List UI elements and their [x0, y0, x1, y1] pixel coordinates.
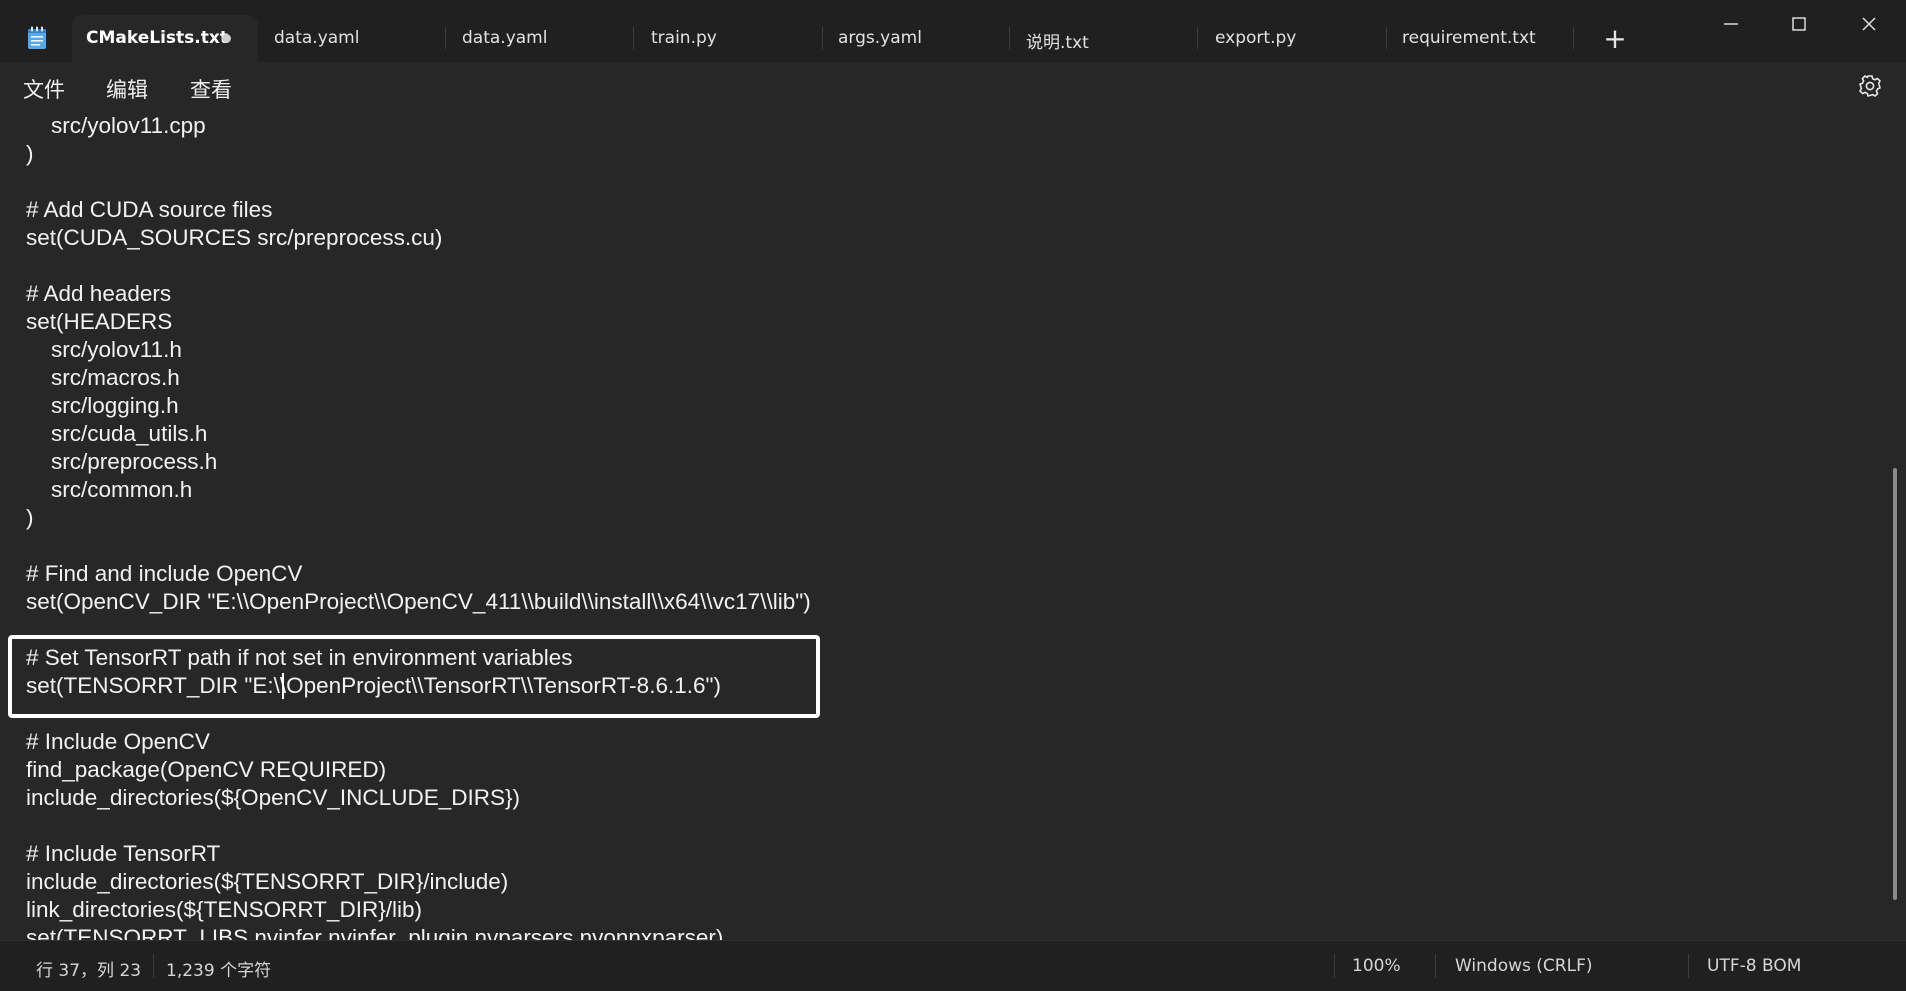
code-line[interactable]: # Find and include OpenCV: [26, 560, 811, 588]
tab-separator: [445, 27, 446, 49]
title-bar: CMakeLists.txt data.yaml data.yaml train…: [0, 0, 1906, 62]
code-line[interactable]: [26, 532, 811, 560]
settings-gear-icon[interactable]: [1857, 73, 1883, 99]
tab-readme-txt[interactable]: 说明.txt: [1012, 15, 1198, 62]
code-line[interactable]: ): [26, 140, 811, 168]
code-line[interactable]: # Add CUDA source files: [26, 196, 811, 224]
tab-cmakelists[interactable]: CMakeLists.txt: [72, 15, 258, 62]
menu-file[interactable]: 文件: [23, 74, 65, 104]
tab-separator: [633, 27, 634, 49]
highlight-annotation-box: [8, 635, 820, 718]
encoding[interactable]: UTF-8 BOM: [1707, 956, 1801, 976]
status-separator: [1688, 954, 1689, 978]
tab-label: train.py: [651, 28, 717, 48]
status-bar: 行 37，列 23 1,239 个字符 100% Windows (CRLF) …: [0, 940, 1906, 991]
status-separator: [1435, 954, 1436, 978]
tab-data-yaml-1[interactable]: data.yaml: [260, 15, 446, 62]
code-line[interactable]: [26, 812, 811, 840]
notepad-window: CMakeLists.txt data.yaml data.yaml train…: [0, 0, 1906, 991]
maximize-button[interactable]: [1764, 0, 1834, 44]
tab-label: data.yaml: [274, 28, 360, 48]
tab-args-yaml[interactable]: args.yaml: [824, 15, 1010, 62]
code-line[interactable]: src/preprocess.h: [26, 448, 811, 476]
close-button[interactable]: [1834, 0, 1904, 44]
text-editor[interactable]: src/yolov11.cpp) # Add CUDA source files s…: [0, 112, 1906, 940]
new-tab-button[interactable]: +: [1595, 22, 1635, 56]
tab-data-yaml-2[interactable]: data.yaml: [448, 15, 634, 62]
tab-label: data.yaml: [462, 28, 548, 48]
tab-label: export.py: [1215, 28, 1297, 48]
code-line[interactable]: find_package(OpenCV REQUIRED): [26, 756, 811, 784]
code-line[interactable]: src/cuda_utils.h: [26, 420, 811, 448]
status-separator: [153, 954, 154, 978]
code-line[interactable]: src/logging.h: [26, 392, 811, 420]
code-line[interactable]: set(OpenCV_DIR "E:\\OpenProject\\OpenCV_…: [26, 588, 811, 616]
line-ending[interactable]: Windows (CRLF): [1455, 956, 1593, 976]
code-content[interactable]: src/yolov11.cpp) # Add CUDA source files s…: [26, 112, 811, 940]
tab-label: 说明.txt: [1026, 33, 1089, 53]
tab-label: args.yaml: [838, 28, 922, 48]
menu-edit[interactable]: 编辑: [106, 74, 148, 104]
tab-separator: [1009, 27, 1010, 49]
code-line[interactable]: src/yolov11.h: [26, 336, 811, 364]
close-icon: [1862, 17, 1876, 31]
tab-train-py[interactable]: train.py: [637, 15, 823, 62]
code-line[interactable]: set(CUDA_SOURCES src/preprocess.cu): [26, 224, 811, 252]
minimize-button[interactable]: [1696, 0, 1766, 44]
tab-requirement-txt[interactable]: requirement.txt: [1388, 15, 1574, 62]
menu-bar: 文件 编辑 查看: [0, 62, 1906, 112]
code-line[interactable]: include_directories(${OpenCV_INCLUDE_DIR…: [26, 784, 811, 812]
code-line[interactable]: ): [26, 504, 811, 532]
unsaved-indicator-icon[interactable]: [222, 34, 231, 43]
minimize-icon: [1724, 23, 1738, 25]
menu-view[interactable]: 查看: [190, 74, 232, 104]
cursor-position: 行 37，列 23: [36, 961, 142, 981]
zoom-level[interactable]: 100%: [1352, 956, 1401, 976]
code-line[interactable]: # Add headers: [26, 280, 811, 308]
code-line[interactable]: [26, 168, 811, 196]
code-line[interactable]: set(HEADERS: [26, 308, 811, 336]
code-line[interactable]: src/common.h: [26, 476, 811, 504]
tab-label: CMakeLists.txt: [86, 28, 228, 48]
vertical-scrollbar-thumb[interactable]: [1893, 468, 1897, 900]
code-line[interactable]: [26, 252, 811, 280]
code-line[interactable]: src/yolov11.cpp: [26, 112, 811, 140]
tab-separator: [822, 27, 823, 49]
code-line[interactable]: # Include OpenCV: [26, 728, 811, 756]
tab-export-py[interactable]: export.py: [1201, 15, 1387, 62]
tab-separator: [1386, 27, 1387, 49]
code-line[interactable]: src/macros.h: [26, 364, 811, 392]
text-caret: [282, 673, 284, 699]
maximize-icon: [1792, 17, 1806, 31]
tab-separator: [1197, 27, 1198, 49]
status-separator: [1334, 954, 1335, 978]
code-line[interactable]: link_directories(${TENSORRT_DIR}/lib): [26, 896, 811, 924]
notepad-app-icon: [28, 26, 46, 49]
code-line[interactable]: # Include TensorRT: [26, 840, 811, 868]
tab-separator: [1573, 27, 1574, 49]
code-line[interactable]: include_directories(${TENSORRT_DIR}/incl…: [26, 868, 811, 896]
code-line[interactable]: set(TENSORRT_LIBS nvinfer nvinfer_plugin…: [26, 924, 811, 940]
character-count: 1,239 个字符: [166, 961, 272, 981]
tab-label: requirement.txt: [1402, 28, 1536, 48]
